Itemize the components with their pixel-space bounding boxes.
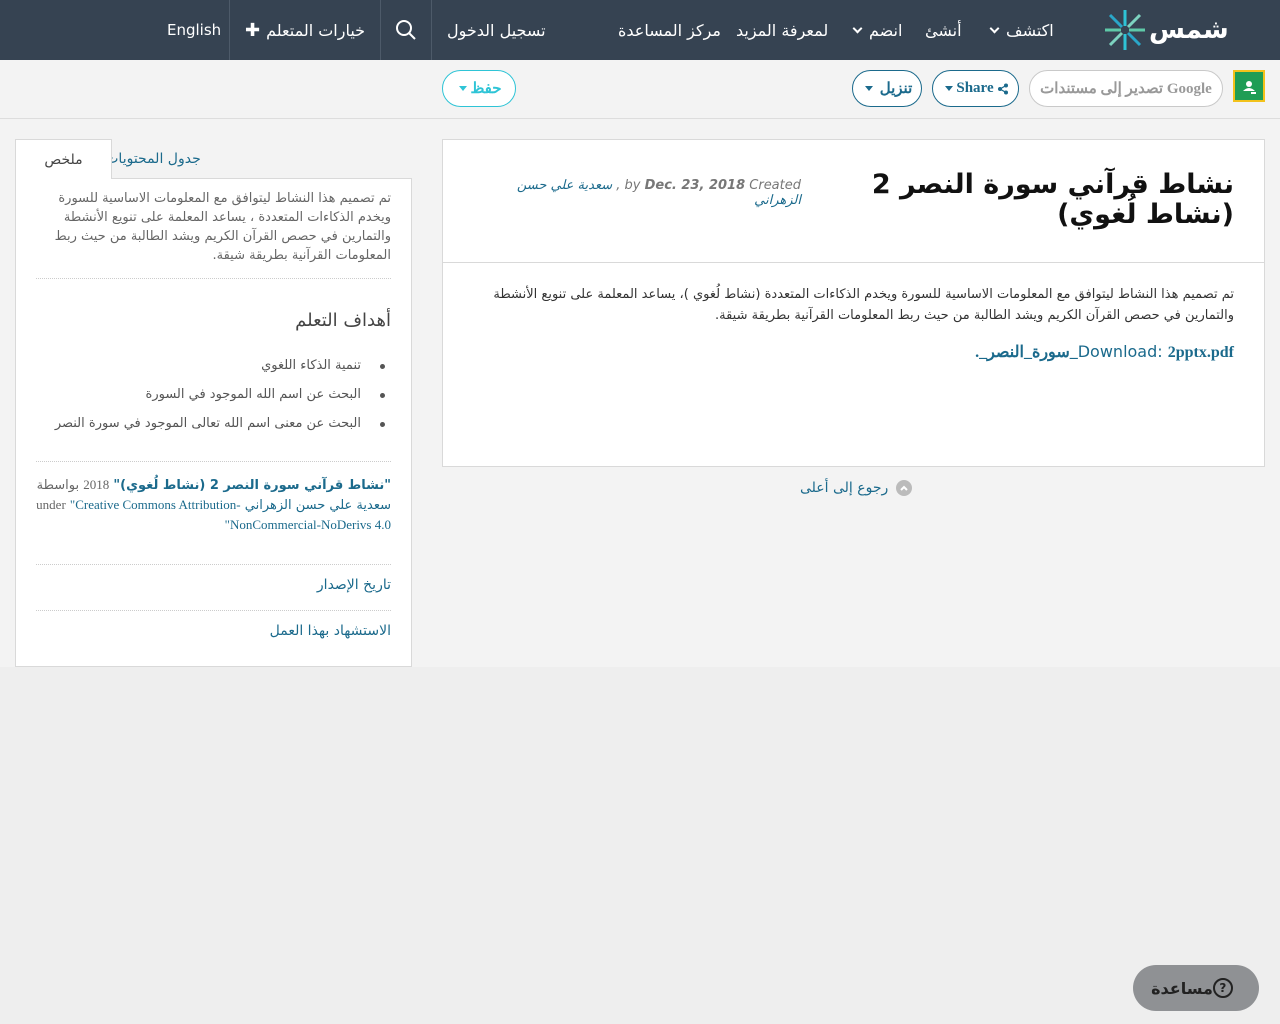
download-line-label: Download: (1077, 342, 1163, 361)
resource-byline: by Dec. 23, 2018 Created , سعدية علي حسن… (516, 178, 801, 208)
learner-options-button[interactable]: ✚ خيارات المتعلم (245, 0, 365, 60)
license-attribution: "نشاط قرآني سورة النصر 2 (نشاط لُغوي)" 2… (36, 475, 391, 535)
created-date: Dec. 23, 2018 (644, 178, 746, 193)
nav-create[interactable]: أنشئ (925, 0, 962, 60)
resource-description: تم تصميم هذا النشاط ليتوافق مع المعلومات… (493, 287, 1234, 323)
divider (36, 564, 391, 565)
nav-create-label: أنشئ (925, 20, 962, 40)
tab-summary-label: ملخص (44, 151, 83, 168)
nav-divider (431, 0, 432, 60)
license-year: 2018 (83, 477, 110, 492)
back-to-top-label: رجوع إلى أعلى (800, 480, 889, 496)
list-item: تنمية الذكاء اللغوي (55, 356, 386, 385)
nav-login[interactable]: تسجيل الدخول (447, 0, 546, 60)
sidebar-summary: تم تصميم هذا النشاط ليتوافق مع المعلومات… (54, 191, 391, 263)
nav-learn-more[interactable]: لمعرفة المزيد (736, 0, 828, 60)
export-google-docs-label: تصدير إلى مستندات Google (1040, 81, 1212, 97)
help-button[interactable]: ? مساعدة (1133, 965, 1259, 1011)
page-lower-area (0, 667, 1280, 1024)
nav-learn-more-label: لمعرفة المزيد (736, 20, 829, 40)
nav-help-center-label: مركز المساعدة (618, 20, 721, 40)
question-icon: ? (1212, 978, 1233, 998)
top-navbar: شمس اكتشف أنشئ انضم لمعرفة المزيد مركز ا… (0, 0, 1280, 60)
save-button[interactable]: حفظ (442, 70, 516, 107)
list-item: البحث عن معنى اسم الله تعالى الموجود في … (55, 414, 386, 443)
tab-contents[interactable]: جدول المحتويات (103, 139, 203, 179)
nav-explore[interactable]: اكتشف (983, 0, 1054, 60)
nav-divider (380, 0, 381, 60)
caret-down-icon (945, 86, 954, 91)
download-label: تنزيل (879, 81, 913, 97)
logo-text: شمس (1149, 15, 1229, 45)
divider (36, 461, 391, 462)
save-label: حفظ (470, 81, 502, 97)
page-title: نشاط قرآني سورة النصر 2 (نشاط لُغوي) (871, 169, 1234, 230)
chevron-down-icon (852, 23, 863, 33)
nav-help-center[interactable]: مركز المساعدة (618, 0, 721, 60)
search-button[interactable] (381, 0, 431, 60)
google-classroom-button[interactable] (1233, 70, 1265, 102)
share-icon (997, 83, 1008, 94)
divider (36, 278, 391, 279)
nav-join-label: انضم (869, 20, 903, 40)
search-icon (396, 20, 416, 40)
caret-down-icon (864, 86, 873, 91)
site-logo[interactable]: شمس (1103, 0, 1229, 60)
caret-down-icon (459, 86, 468, 91)
chevron-down-icon (989, 23, 1000, 33)
created-label: Created (749, 178, 801, 193)
classroom-icon (1243, 81, 1256, 94)
license-author-link[interactable]: سعدية علي حسن الزهراني (245, 498, 391, 513)
plus-icon: ✚ (245, 19, 261, 41)
nav-explore-label: اكتشف (1006, 20, 1054, 40)
share-button[interactable]: Share (932, 70, 1019, 107)
nav-login-label: تسجيل الدخول (447, 20, 546, 40)
resource-header: نشاط قرآني سورة النصر 2 (نشاط لُغوي) by … (443, 140, 1264, 263)
help-label: مساعدة (1151, 978, 1213, 998)
learning-goals-list: تنمية الذكاء اللغوي البحث عن اسم الله ال… (55, 356, 386, 443)
nav-join[interactable]: انضم (846, 0, 902, 60)
nav-divider (229, 0, 230, 60)
chevron-up-icon (896, 480, 913, 496)
divider (36, 610, 391, 611)
license-under: under (36, 497, 66, 512)
language-switch[interactable]: English (167, 0, 221, 60)
resource-toolbar: تصدير إلى مستندات Google Share تنزيل حفظ (0, 60, 1280, 119)
share-label: Share (956, 80, 994, 96)
tab-summary[interactable]: ملخص (15, 139, 112, 179)
back-to-top-link[interactable]: رجوع إلى أعلى (800, 480, 913, 496)
license-by: بواسطة (36, 478, 80, 493)
list-item: البحث عن اسم الله الموجود في السورة (55, 385, 386, 414)
download-button[interactable]: تنزيل (852, 70, 922, 107)
download-line: Download: 2pptx.pdf_سورة_النصر_. (975, 342, 1234, 362)
license-work-title-link[interactable]: "نشاط قرآني سورة النصر 2 (نشاط لُغوي)" (113, 478, 391, 493)
learning-goals-heading: أهداف التعلم (295, 310, 391, 331)
version-history-link[interactable]: تاريخ الإصدار (317, 577, 391, 593)
cite-work-link[interactable]: الاستشهاد بهذا العمل (270, 623, 391, 639)
tab-contents-label: جدول المحتويات (105, 151, 201, 167)
sun-logo-icon (1105, 10, 1145, 50)
learner-options-label: خيارات المتعلم (266, 20, 366, 40)
by-label: by (624, 178, 641, 193)
language-label: English (167, 21, 222, 39)
export-google-docs-button[interactable]: تصدير إلى مستندات Google (1029, 70, 1223, 107)
sidebar-panel: تم تصميم هذا النشاط ليتوافق مع المعلومات… (15, 178, 412, 667)
